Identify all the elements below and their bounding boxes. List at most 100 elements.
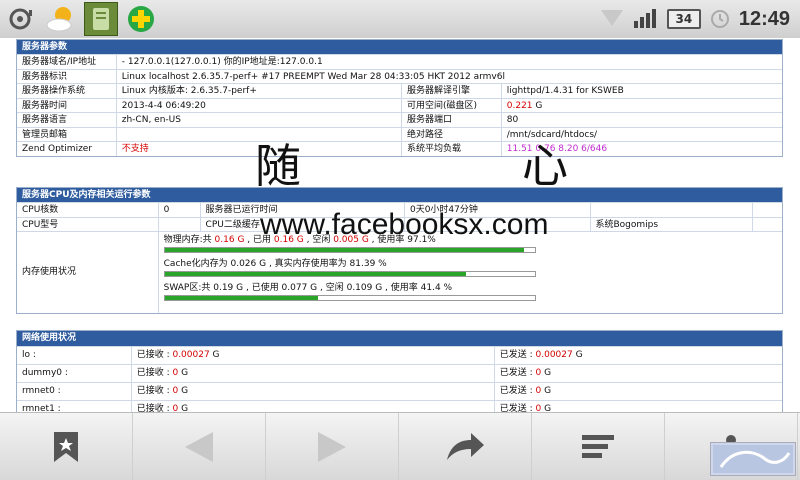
swap-line: SWAP区:共 0.19 G , 已使用 0.077 G , 空闲 0.109 … [163,283,453,293]
empty-cell [591,203,754,217]
section-title: 服务器参数 [17,40,782,54]
row-label: 绝对路径 [402,127,502,141]
text: 已接收 : [136,386,173,396]
interface-name: dummy0 : [17,365,132,382]
swap-bar [163,295,536,301]
received-cell: 已接收 : 0 G [132,365,495,382]
table-row: rmnet1 : 已接收 : 0 G 已发送 : 0 G [17,400,782,412]
empty-cell [753,203,782,217]
row-label: CPU核数 [17,203,159,217]
row-value: Linux localhost 2.6.35.7-perf+ #17 PREEM… [121,71,505,82]
bookmark-button[interactable] [0,412,133,480]
row-value: 2013-4-4 06:49:20 [117,98,402,112]
status-bar: 34 12:49 [0,0,800,38]
row-value: 0.221 G [502,99,782,113]
signal-icon [633,7,659,32]
clock: 12:49 [738,7,790,30]
cache-memory-bar [163,271,536,277]
row-label: 服务器端口 [402,113,502,127]
interface-name: rmnet1 : [17,401,132,412]
table-row: 服务器时间 2013-4-4 06:49:20 可用空间(磁盘区) 0.221 … [17,97,782,113]
received-cell: 已接收 : 0 G [132,383,495,400]
received-cell: 已接收 : 0.00027 G [132,347,495,364]
text: 已接收 : [136,350,173,360]
row-label: 服务器域名/IP地址 [17,55,117,69]
wifi-icon [599,8,625,31]
table-row: 服务器域名/IP地址 - 127.0.0.1(127.0.0.1) 你的IP地址… [17,54,782,69]
progress-fill [164,272,466,276]
watermark-char: 随 [255,139,301,193]
weather-icon [44,2,78,36]
memory-details: 物理内存:共 0.16 G , 已用 0.16 G , 空闲 0.005 G ,… [159,232,782,313]
row-value: zh-CN, en-US [117,113,402,127]
unit-label: G [209,350,220,360]
row-label: 服务器语言 [17,113,117,127]
progress-fill [164,296,318,300]
section-title: 网络使用状况 [17,331,782,346]
text: 已发送 : [499,350,536,360]
row-label: 管理员邮箱 [17,127,117,141]
row-label: 系统平均负载 [402,142,502,156]
watermark-logo [710,442,796,476]
table-row: 服务器语言 zh-CN, en-US 服务器端口 80 [17,112,782,127]
disk-free-value: 0.221 [506,100,533,111]
unit-label: G [541,368,552,378]
text: 已发送 : [499,386,536,396]
table-row: 服务器操作系统 Linux 内核版本: 2.6.35.7-perf+ 服务器解译… [17,83,782,98]
row-value: Linux 内核版本: 2.6.35.7-perf+ [117,84,402,98]
sent-cell: 已发送 : 0.00027 G [495,347,782,364]
web-page-content[interactable]: 服务器参数 服务器域名/IP地址 - 127.0.0.1(127.0.0.1) … [0,38,800,412]
back-button[interactable] [133,412,266,480]
menu-button[interactable] [532,412,665,480]
text: 已接收 : [136,368,173,378]
back-icon [185,431,213,462]
text: 已接收 : [136,404,173,412]
tx-value: 0.00027 [535,350,573,360]
cache-memory-line: Cache化内存为 0.026 G , 真实内存使用率为 81.39 % [163,259,387,269]
alarm-icon [709,7,731,32]
row-label: 可用空间(磁盘区) [402,98,502,112]
unit-label: G [541,404,552,412]
row-value: - 127.0.0.1(127.0.0.1) 你的IP地址是:127.0.0.1 [121,57,323,67]
interface-name: rmnet0 : [17,383,132,400]
text: 已发送 : [499,404,536,412]
row-label: CPU型号 [17,217,159,231]
app-notification-icon [84,2,118,36]
media-scanner-icon [4,2,38,36]
unit-label: G [572,350,583,360]
progress-fill [164,248,524,252]
row-label: 服务器标识 [17,69,117,83]
security-app-icon [124,2,158,36]
row-value: 0 [159,203,201,217]
share-button[interactable] [399,412,532,480]
browser-toolbar [0,412,800,480]
watermark-char: 心 [522,139,568,193]
table-row: 管理员邮箱 绝对路径 /mnt/sdcard/htdocs/ [17,126,782,141]
row-label: Zend Optimizer [17,142,117,156]
text: 已发送 : [499,368,536,378]
row-label: 服务器解译引擎 [402,84,502,98]
interface-name: lo : [17,347,132,364]
text: 物理内存:共 [163,235,215,245]
sent-cell: 已发送 : 0 G [495,365,782,382]
unit-label: G [178,386,189,396]
row-label: 系统Bogomips [591,217,754,231]
table-row: 服务器标识 Linux localhost 2.6.35.7-perf+ #17… [17,68,782,83]
row-value: 80 [506,115,519,125]
forward-icon [318,431,346,462]
sent-cell: 已发送 : 0 G [495,401,782,412]
unit-label: G [541,386,552,396]
memory-row: 内存使用状况 物理内存:共 0.16 G , 已用 0.16 G , 空闲 0.… [17,231,782,313]
row-value: lighttpd/1.4.31 for KSWEB [506,86,624,96]
network-section: 网络使用状况 lo : 已接收 : 0.00027 G 已发送 : 0.0002… [16,330,783,412]
bookmark-icon [54,431,78,462]
empty-cell [159,217,201,231]
battery-indicator: 34 [666,9,701,29]
table-row: rmnet0 : 已接收 : 0 G 已发送 : 0 G [17,382,782,400]
received-cell: 已接收 : 0 G [132,401,495,412]
row-label: 服务器时间 [17,98,117,112]
cpu-memory-section: 服务器CPU及内存相关运行参数 CPU核数 0 服务器已运行时间 0天0小时47… [16,187,783,314]
watermark-url: www.facebooksx.com [260,208,549,241]
table-row: lo : 已接收 : 0.00027 G 已发送 : 0.00027 G [17,346,782,364]
forward-button[interactable] [266,412,399,480]
